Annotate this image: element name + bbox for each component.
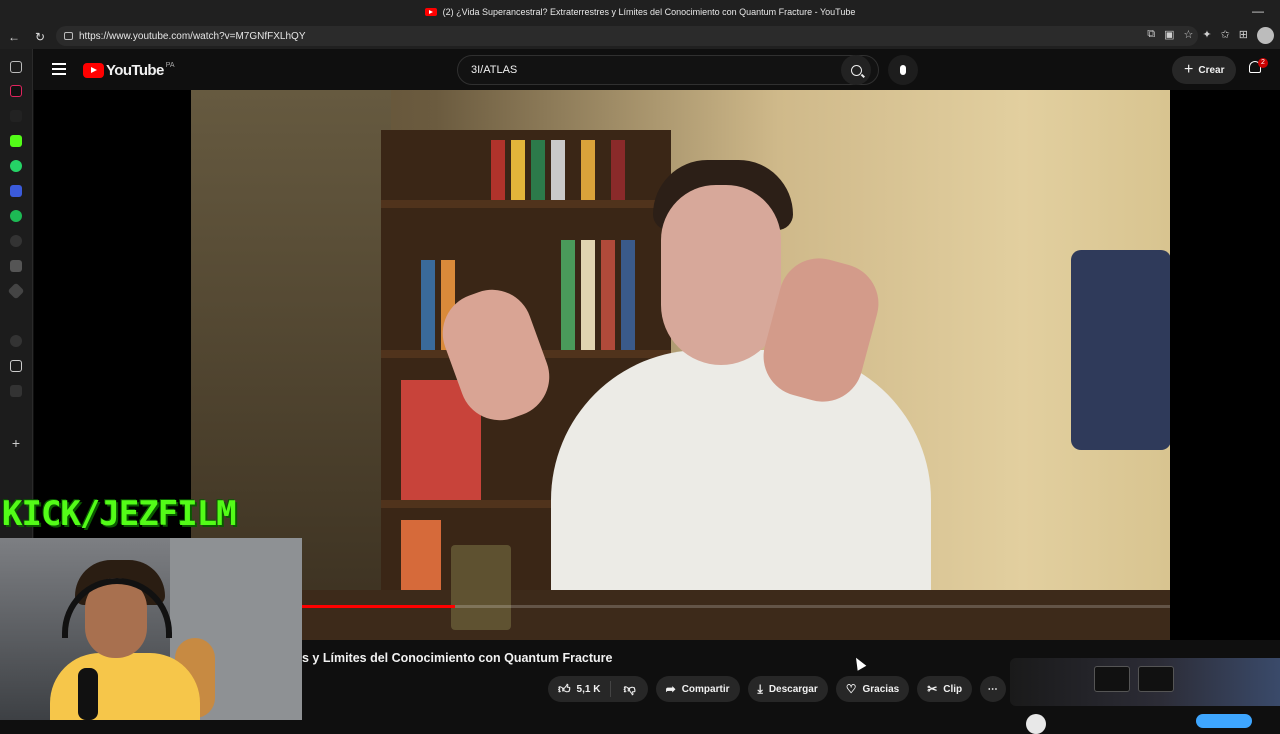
browser-toolbar-icons: ⧉ ▣ ☆ ✦ ✩ ⊞ xyxy=(1147,27,1274,44)
address-bar: ← ↻ https://www.youtube.com/watch?v=M7GN… xyxy=(0,24,1280,49)
thumbs-down-icon: 👎︎ xyxy=(623,681,636,696)
minimize-button[interactable]: — xyxy=(1252,4,1264,18)
mouse-cursor xyxy=(851,655,867,671)
dislike-button[interactable]: 👎︎ xyxy=(611,682,647,697)
search-icon xyxy=(850,64,862,76)
clip-button[interactable]: ✂ Clip xyxy=(917,676,973,702)
tiktok-icon[interactable] xyxy=(10,85,22,97)
advertiser-avatar xyxy=(1026,714,1046,734)
tab-title[interactable]: (2) ¿Vida Superancestral? Extraterrestre… xyxy=(443,7,856,17)
speaker-icon[interactable] xyxy=(10,360,22,372)
spotify-icon[interactable] xyxy=(10,210,22,222)
create-label: Crear xyxy=(1198,64,1225,76)
search-input[interactable]: 3I/ATLAS ✕ xyxy=(457,55,879,85)
download-button[interactable]: ⤓ Descargar xyxy=(747,676,828,702)
video-actions: 👍︎ 5,1 K 👎︎ ➦ Compartir ⤓ Descargar ♡ Gr… xyxy=(548,676,1007,702)
extensions-icon[interactable]: ✦ xyxy=(1202,28,1211,44)
url-text: https://www.youtube.com/watch?v=M7GNfFXL… xyxy=(79,30,306,42)
app-available-icon[interactable]: ▣ xyxy=(1164,28,1174,44)
video-scene-table xyxy=(291,590,1170,640)
notification-badge: 2 xyxy=(1258,58,1268,68)
notifications-button[interactable]: 2 xyxy=(1249,58,1268,77)
like-button[interactable]: 👍︎ 5,1 K xyxy=(548,681,612,697)
share-icon: ➦ xyxy=(665,682,676,696)
favorites-bar-icon[interactable]: ✩ xyxy=(1221,28,1230,44)
streamer-webcam xyxy=(0,538,302,720)
ad-camera-image xyxy=(1138,666,1174,692)
plus-icon: + xyxy=(1184,61,1194,78)
youtube-favicon-icon xyxy=(424,8,437,16)
video-title: s y Límites del Conocimiento con Quantum… xyxy=(302,651,613,665)
share-label: Compartir xyxy=(681,683,730,695)
like-count: 5,1 K xyxy=(576,683,601,695)
image-app-icon[interactable] xyxy=(10,260,22,272)
favorite-star-icon[interactable]: ☆ xyxy=(1183,28,1193,44)
like-dislike-group: 👍︎ 5,1 K 👎︎ xyxy=(548,676,648,702)
app-icon[interactable] xyxy=(7,282,25,300)
more-icon: ⋯ xyxy=(987,683,999,695)
download-icon: ⤓ xyxy=(757,681,763,696)
refresh-icon[interactable]: ↻ xyxy=(28,30,52,44)
thumbs-up-icon: 👍︎ xyxy=(558,681,571,696)
ad-banner[interactable] xyxy=(1010,658,1280,706)
video-frame[interactable] xyxy=(191,90,1170,640)
youtube-masthead: YouTube PA 3I/ATLAS ✕ + Crear 2 xyxy=(34,49,1280,90)
translate-icon[interactable]: ⧉ xyxy=(1147,28,1155,44)
thanks-label: Gracias xyxy=(862,683,900,695)
clip-label: Clip xyxy=(943,683,963,695)
add-icon[interactable]: + xyxy=(10,436,22,450)
scissors-icon: ✂ xyxy=(927,682,938,696)
more-actions-button[interactable]: ⋯ xyxy=(980,676,1007,702)
profile-avatar[interactable] xyxy=(1257,27,1274,44)
kick-channel-overlay: KICK/JEZFILM xyxy=(2,494,237,534)
url-field[interactable]: https://www.youtube.com/watch?v=M7GNfFXL… xyxy=(56,26,1198,46)
country-code: PA xyxy=(165,62,175,69)
app-icon[interactable] xyxy=(10,235,22,247)
tiktok-secondary-icon[interactable] xyxy=(10,110,22,122)
webcam-shirt xyxy=(50,653,200,720)
ad-cta-button[interactable] xyxy=(1196,714,1252,728)
video-progress-bar[interactable] xyxy=(191,605,1170,608)
share-button[interactable]: ➦ Compartir xyxy=(655,676,740,702)
menu-icon[interactable] xyxy=(52,63,66,75)
webcam-microphone xyxy=(78,668,98,720)
video-scene-glass xyxy=(451,545,511,630)
back-arrow-icon[interactable]: ← xyxy=(2,30,26,44)
browser-titlebar: (2) ¿Vida Superancestral? Extraterrestre… xyxy=(0,0,1280,24)
video-scene-face xyxy=(661,185,781,365)
search-button[interactable] xyxy=(841,55,871,85)
app-icon[interactable] xyxy=(10,385,22,397)
microphone-icon xyxy=(900,65,906,75)
app-icon[interactable] xyxy=(10,185,22,197)
ad-info-row xyxy=(1010,710,1280,734)
collections-icon[interactable]: ⊞ xyxy=(1239,28,1248,44)
create-button[interactable]: + Crear xyxy=(1172,56,1237,84)
voice-search-button[interactable] xyxy=(888,55,918,85)
youtube-play-icon xyxy=(83,63,104,78)
thanks-button[interactable]: ♡ Gracias xyxy=(835,676,910,702)
download-label: Descargar xyxy=(768,683,818,695)
super-thanks-icon: ♡ xyxy=(845,682,857,696)
kick-icon[interactable] xyxy=(10,135,22,147)
search-value: 3I/ATLAS xyxy=(471,64,518,76)
logo-text: YouTube xyxy=(106,62,164,79)
video-scene-bag xyxy=(1071,250,1170,450)
tab-actions-icon[interactable] xyxy=(10,61,22,73)
lock-icon xyxy=(64,32,73,40)
ad-camera-image xyxy=(1094,666,1130,692)
youtube-logo[interactable]: YouTube PA xyxy=(83,62,175,79)
app-icon[interactable] xyxy=(10,335,22,347)
whatsapp-icon[interactable] xyxy=(10,160,22,172)
